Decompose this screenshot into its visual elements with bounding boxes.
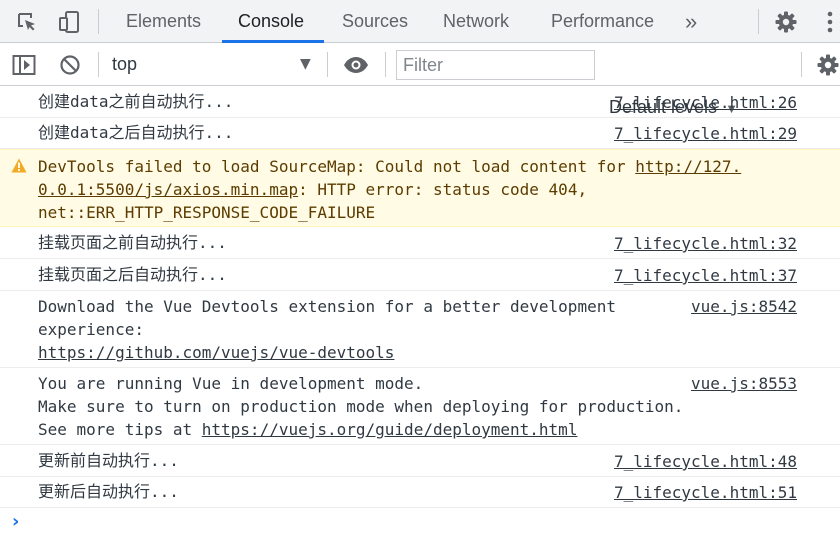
more-options-icon[interactable] [820, 0, 840, 43]
warning-suffix: : HTTP error: status code 404, [298, 180, 588, 199]
console-message: 创建data之后自动执行... 7_lifecycle.html:29 [0, 118, 840, 149]
warning-prefix: DevTools failed to load SourceMap: Could… [38, 157, 636, 176]
tab-elements[interactable]: Elements [126, 0, 201, 43]
toolbar-divider [98, 9, 99, 34]
message-text: You are running Vue in development mode.… [38, 372, 683, 441]
message-text: 挂载页面之前自动执行... [38, 233, 227, 252]
tab-network[interactable]: Network [443, 0, 509, 43]
console-message: Download the Vue Devtools extension for … [0, 291, 840, 368]
console-message: 更新前自动执行... 7_lifecycle.html:48 [0, 445, 840, 477]
message-text: 创建data之后自动执行... [38, 123, 234, 142]
show-sidebar-icon[interactable] [10, 43, 38, 86]
console-message: 更新后自动执行... 7_lifecycle.html:51 [0, 477, 840, 508]
message-line: See more tips at [38, 420, 202, 439]
warning-triangle-icon [11, 158, 27, 177]
message-source-link[interactable]: 7_lifecycle.html:26 [614, 91, 797, 114]
console-prompt-chevron-icon[interactable]: › [12, 511, 19, 532]
message-source-link[interactable]: vue.js:8542 [691, 295, 797, 318]
message-source-link[interactable]: vue.js:8553 [691, 372, 797, 395]
warning-text: DevTools failed to load SourceMap: Could… [38, 155, 741, 224]
message-line: You are running Vue in development mode. [38, 374, 424, 393]
console-message: 挂载页面之前自动执行... 7_lifecycle.html:32 [0, 227, 840, 259]
toolbar-divider [327, 52, 328, 77]
message-line: Make sure to turn on production mode whe… [38, 397, 684, 416]
message-text: 更新前自动执行... [38, 451, 179, 470]
message-source-link[interactable]: 7_lifecycle.html:48 [614, 450, 797, 473]
console-warning-message: DevTools failed to load SourceMap: Could… [0, 149, 840, 227]
message-text: 挂载页面之后自动执行... [38, 265, 227, 284]
tab-performance[interactable]: Performance [551, 0, 654, 43]
message-text: Download the Vue Devtools extension for … [38, 295, 616, 364]
toolbar-divider [385, 52, 386, 77]
console-filter-input[interactable] [396, 50, 595, 80]
clear-console-icon[interactable] [56, 43, 84, 86]
sourcemap-url-link[interactable]: http://127. [635, 157, 741, 176]
toolbar-divider [758, 9, 759, 34]
toolbar-divider [801, 52, 802, 77]
more-tabs-button[interactable]: » [685, 0, 697, 43]
console-settings-gear-icon[interactable] [816, 43, 840, 86]
message-source-link[interactable]: 7_lifecycle.html:37 [614, 264, 797, 287]
inspect-element-icon[interactable] [12, 0, 42, 43]
toolbar-divider [98, 52, 99, 77]
message-line: Download the Vue Devtools extension for … [38, 297, 616, 316]
sourcemap-url-link-cont[interactable]: 0.0.1:5500/js/axios.min.map [38, 180, 298, 199]
warning-error-code: net::ERR_HTTP_RESPONSE_CODE_FAILURE [38, 203, 376, 222]
settings-gear-icon[interactable] [772, 0, 800, 43]
tab-sources[interactable]: Sources [342, 0, 408, 43]
message-source-link[interactable]: 7_lifecycle.html:29 [614, 122, 797, 145]
console-message: You are running Vue in development mode.… [0, 368, 840, 445]
message-line: experience: [38, 320, 144, 339]
message-text: 更新后自动执行... [38, 482, 179, 501]
context-selector[interactable]: top [112, 43, 137, 86]
console-message: 创建data之前自动执行... 7_lifecycle.html:26 [0, 86, 840, 118]
console-message: 挂载页面之后自动执行... 7_lifecycle.html:37 [0, 259, 840, 291]
vue-deployment-guide-link[interactable]: https://vuejs.org/guide/deployment.html [202, 420, 578, 439]
message-source-link[interactable]: 7_lifecycle.html:32 [614, 232, 797, 255]
message-source-link[interactable]: 7_lifecycle.html:51 [614, 481, 797, 504]
devtools-tab-bar: Elements Console Sources Network Perform… [0, 0, 840, 43]
live-expression-eye-icon[interactable] [341, 43, 371, 86]
tab-console[interactable]: Console [238, 0, 304, 43]
vue-devtools-link[interactable]: https://github.com/vuejs/vue-devtools [38, 343, 394, 362]
device-toolbar-icon[interactable] [54, 0, 84, 43]
message-text: 创建data之前自动执行... [38, 92, 234, 111]
context-dropdown-icon[interactable]: ▼ [300, 43, 311, 86]
